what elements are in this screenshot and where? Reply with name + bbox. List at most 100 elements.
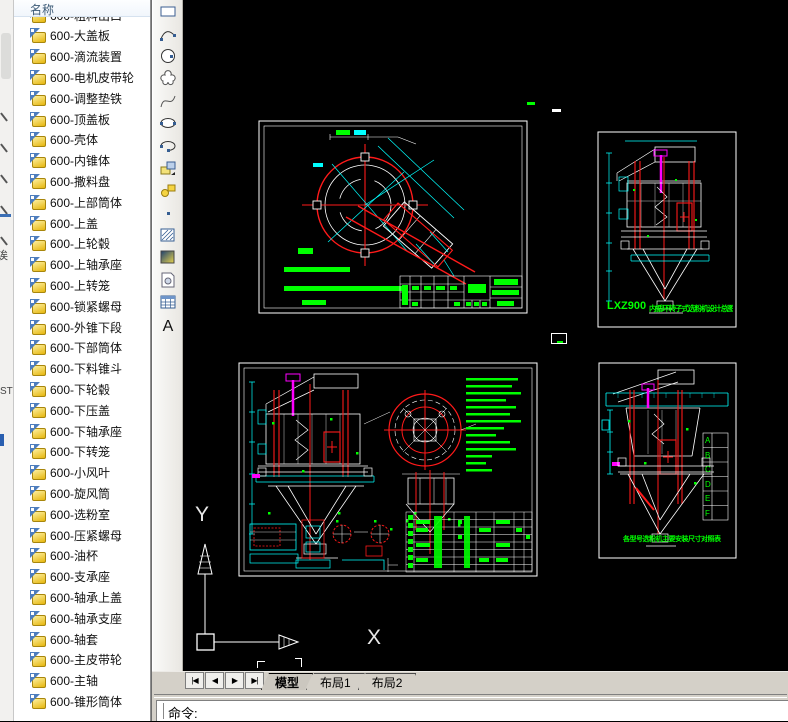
- dwg-file-icon: [30, 278, 46, 293]
- file-list-item[interactable]: 600-油杯: [13, 545, 150, 566]
- file-list-item[interactable]: 600-外锥下段: [13, 317, 150, 338]
- tab-layout2[interactable]: 布局2: [358, 673, 417, 690]
- region-tool-icon[interactable]: [155, 269, 181, 291]
- ellipse-arc-tool-icon[interactable]: [155, 134, 181, 156]
- command-input-area[interactable]: 命令:: [156, 700, 788, 721]
- spline-tool-icon[interactable]: [155, 90, 181, 112]
- size-table-row-letter: C: [705, 465, 711, 474]
- file-list-item[interactable]: 600-轴套: [13, 629, 150, 650]
- drawing-sheet-top-left: [258, 120, 528, 314]
- file-list-item[interactable]: 600-上转笼: [13, 275, 150, 296]
- first-tab-button[interactable]: |◀: [185, 672, 204, 689]
- file-name: 600-下压盖: [50, 403, 111, 418]
- file-list-item[interactable]: 600-选粉室: [13, 504, 150, 525]
- name-column-label: 名称: [30, 3, 55, 17]
- revision-cloud-tool-icon[interactable]: [155, 67, 181, 89]
- drawing-sheet-bottom-right: ABCDEF 各型号选粉机主要安装尺寸对照表: [598, 362, 737, 559]
- file-list-item[interactable]: 600-上轴承座: [13, 254, 150, 275]
- stray-green-mark: [527, 102, 535, 105]
- file-list-item[interactable]: 600-小风叶: [13, 462, 150, 483]
- file-explorer-panel: 600-粗料出口 600-大盖板 600-滴流装置 600-电机皮带轮 600-…: [13, 0, 151, 721]
- last-tab-button[interactable]: ▶|: [245, 672, 264, 689]
- file-list-item[interactable]: 600-下转笼: [13, 441, 150, 462]
- file-list-item[interactable]: 600-上部筒体: [13, 192, 150, 213]
- file-name: 600-上盖: [50, 216, 99, 231]
- clipped-icon: [0, 236, 8, 246]
- name-column-header[interactable]: 名称: [13, 0, 150, 17]
- dwg-file-icon: [30, 631, 46, 647]
- file-list-item[interactable]: 600-支承座: [13, 566, 150, 587]
- clipped-blue-bar: [0, 434, 4, 446]
- file-name: 600-油杯: [50, 549, 99, 564]
- file-list-item[interactable]: 600-主轴: [13, 670, 150, 691]
- file-name: 600-锁紧螺母: [50, 299, 123, 314]
- ellipse-tool-icon[interactable]: [155, 112, 181, 134]
- dwg-file-icon: [30, 90, 46, 106]
- file-name: 600-压紧螺母: [50, 528, 123, 543]
- sheet-title-model: LXZ900: [607, 300, 647, 312]
- next-tab-button[interactable]: ▶: [225, 672, 244, 689]
- file-list-item[interactable]: 600-旋风筒: [13, 483, 150, 504]
- clipped-blue-bar: [0, 214, 11, 217]
- dwg-file-icon: [30, 506, 46, 522]
- mini-viewport-rect: [551, 333, 567, 344]
- clipped-icon: [0, 174, 8, 184]
- file-name: 600-旋风筒: [50, 487, 111, 501]
- clipped-text-fragment: ST: [0, 386, 13, 397]
- file-name: 600-顶盖板: [50, 112, 111, 127]
- gradient-tool-icon[interactable]: [155, 246, 181, 268]
- multiline-text-tool-icon[interactable]: A: [155, 313, 181, 335]
- drawing-canvas[interactable]: LXZ900 内循环转子式选粉机设计总图 A B C D E F 各型号选粉机主…: [183, 0, 788, 671]
- dwg-file-icon: [30, 590, 46, 605]
- dwg-file-icon: [30, 111, 46, 127]
- command-grip-handle[interactable]: [159, 703, 164, 719]
- file-name: 600-上转笼: [50, 279, 111, 293]
- file-name: 600-内锥体: [50, 154, 111, 169]
- dwg-file-icon: [30, 548, 46, 564]
- file-list-item[interactable]: 600-轴承支座: [13, 608, 150, 629]
- file-list-item[interactable]: 600-顶盖板: [13, 109, 150, 130]
- file-list-item[interactable]: 600-主皮带轮: [13, 649, 150, 670]
- draw-toolbar: A: [152, 0, 183, 671]
- make-block-tool-icon[interactable]: [155, 179, 181, 201]
- file-list-item[interactable]: 600-下部筒体: [13, 337, 150, 358]
- dwg-file-icon: [30, 153, 46, 169]
- file-list-item[interactable]: 600-上盖: [13, 213, 150, 234]
- file-list-item[interactable]: 600-下料锥斗: [13, 358, 150, 379]
- command-window-divider[interactable]: [154, 694, 787, 698]
- ucs-x-label: X: [367, 626, 382, 649]
- file-list-item[interactable]: 600-大盖板: [13, 25, 150, 46]
- point-tool-icon[interactable]: [155, 202, 181, 224]
- tab-layout1[interactable]: 布局1: [306, 673, 365, 690]
- file-list-item[interactable]: 600-壳体: [13, 129, 150, 150]
- file-list-item[interactable]: 600-撒料盘: [13, 171, 150, 192]
- tab-model[interactable]: 模型: [261, 673, 313, 690]
- clipped-text-fragment: 诶: [0, 247, 8, 263]
- prev-tab-button[interactable]: ◀: [205, 672, 224, 689]
- arc-tool-icon[interactable]: [155, 22, 181, 44]
- rectangle-tool-icon[interactable]: [155, 0, 181, 22]
- file-list-item[interactable]: 600-下轮毂: [13, 379, 150, 400]
- file-list-item[interactable]: 600-下压盖: [13, 400, 150, 421]
- file-name: 600-小风叶: [50, 466, 111, 481]
- dwg-file-icon: [30, 610, 46, 626]
- file-list-item[interactable]: 600-内锥体: [13, 150, 150, 171]
- dwg-file-icon: [30, 319, 46, 335]
- file-list-item[interactable]: 600-调整垫铁: [13, 88, 150, 109]
- file-list-item[interactable]: 600-轴承上盖: [13, 587, 150, 608]
- file-list-item[interactable]: 600-上轮毂: [13, 233, 150, 254]
- clipped-left-panel: 诶 ST: [0, 0, 14, 721]
- dwg-file-icon: [30, 652, 46, 668]
- circle-tool-icon[interactable]: [155, 45, 181, 67]
- file-list-item[interactable]: 600-电机皮带轮: [13, 67, 150, 88]
- file-list-item[interactable]: 600-下轴承座: [13, 421, 150, 442]
- file-list-item[interactable]: 600-压紧螺母: [13, 525, 150, 546]
- file-list-item[interactable]: 600-滴流装置: [13, 46, 150, 67]
- insert-block-tool-icon[interactable]: [155, 157, 181, 179]
- file-list-item[interactable]: 600-锥形筒体: [13, 691, 150, 712]
- dwg-file-icon: [30, 70, 46, 85]
- file-list-item[interactable]: 600-锁紧螺母: [13, 296, 150, 317]
- table-tool-icon[interactable]: [155, 291, 181, 313]
- file-list: 600-粗料出口 600-大盖板 600-滴流装置 600-电机皮带轮 600-…: [13, 0, 150, 721]
- hatch-tool-icon[interactable]: [155, 224, 181, 246]
